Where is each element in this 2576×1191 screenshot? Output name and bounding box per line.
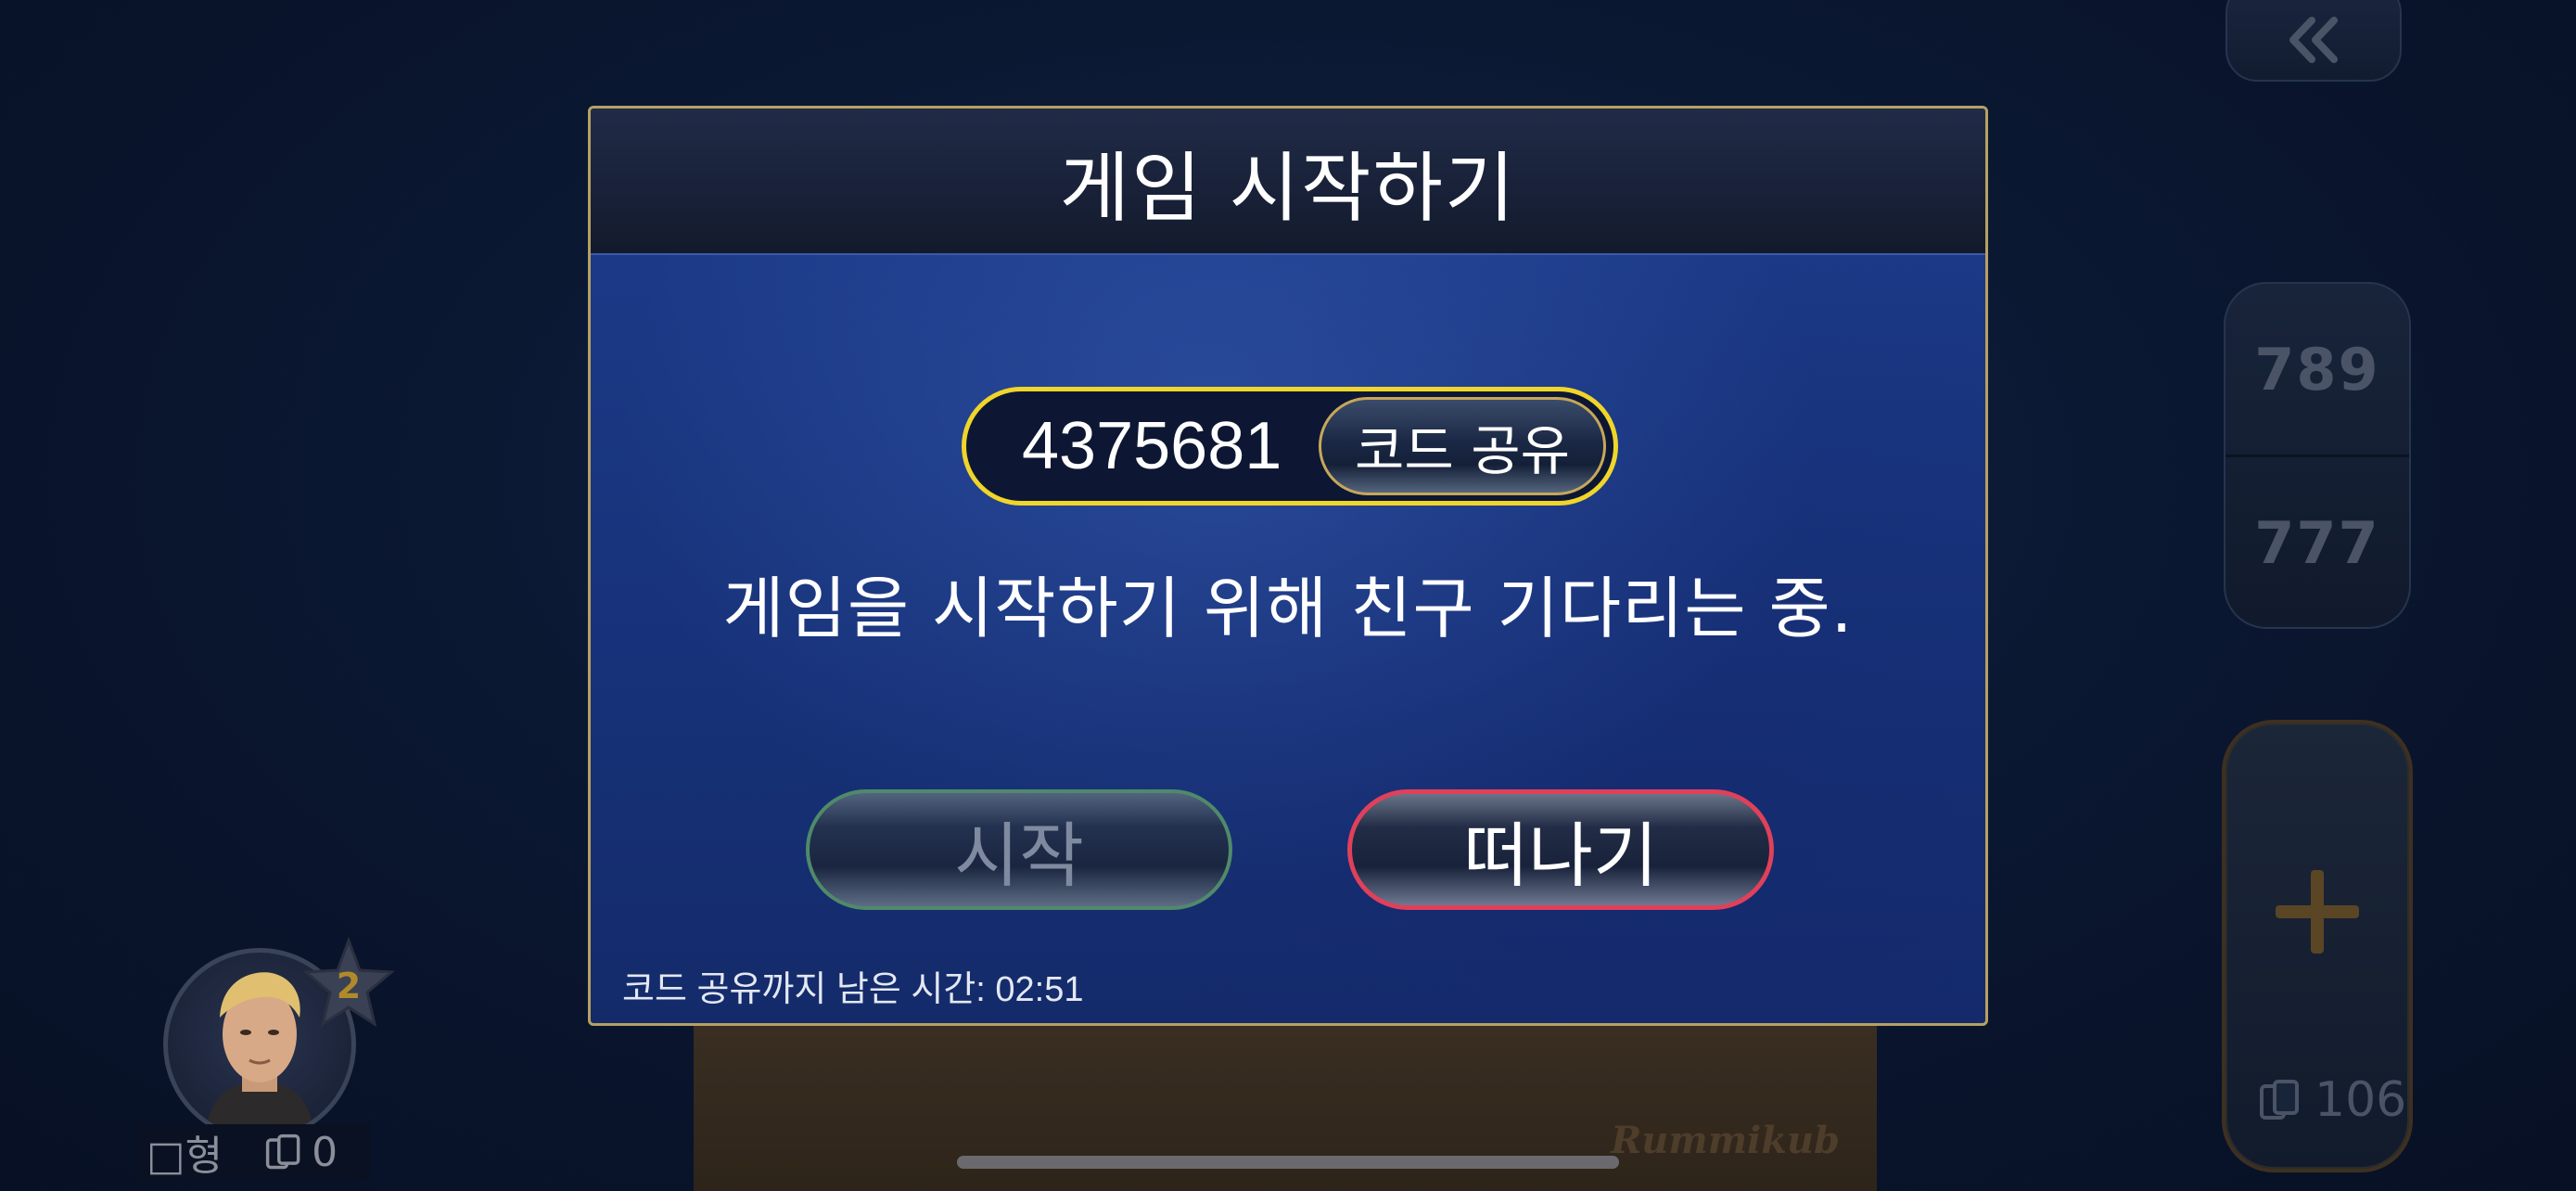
player-tiles: 0 (265, 1129, 338, 1176)
share-timer: 코드 공유까지 남은 시간: 02:51 (622, 970, 1084, 1009)
tiles-icon (2260, 1080, 2299, 1120)
sort-buttons: 789 777 (2224, 282, 2411, 629)
start-button[interactable]: 시작 (806, 789, 1232, 910)
collapse-panel-button[interactable] (2225, 0, 2402, 82)
share-code-button[interactable]: 코드 공유 (1319, 397, 1606, 495)
room-code-box: 4375681 코드 공유 (962, 387, 1618, 506)
pool-count-value: 106 (2315, 1072, 2407, 1128)
draw-tile-button[interactable]: 106 (2222, 720, 2413, 1172)
rack-logo: Rummikub (1611, 1119, 1840, 1162)
leave-button[interactable]: 떠나기 (1347, 789, 1774, 910)
sort-run-button[interactable]: 789 (2225, 284, 2409, 457)
tile-pool-count: 106 (2259, 1072, 2406, 1128)
plus-icon (2276, 870, 2359, 954)
sort-group-button[interactable]: 777 (2225, 457, 2409, 627)
player-tiles-count: 0 (312, 1128, 338, 1176)
room-code: 4375681 (1022, 409, 1282, 483)
level-star-icon: 2 (302, 937, 395, 1028)
home-indicator[interactable] (957, 1156, 1619, 1169)
tiles-icon (265, 1133, 300, 1170)
double-chevron-left-icon (2289, 17, 2338, 63)
dialog-title: 게임 시작하기 (591, 109, 1985, 255)
player-level: 2 (337, 966, 361, 1006)
start-game-dialog: 게임 시작하기 4375681 코드 공유 게임을 시작하기 위해 친구 기다리… (588, 106, 1988, 1026)
player-name: □형 (147, 1133, 223, 1180)
player-info-bar: □형 0 (139, 1124, 371, 1180)
waiting-message: 게임을 시작하기 위해 친구 기다리는 중. (722, 570, 1854, 647)
